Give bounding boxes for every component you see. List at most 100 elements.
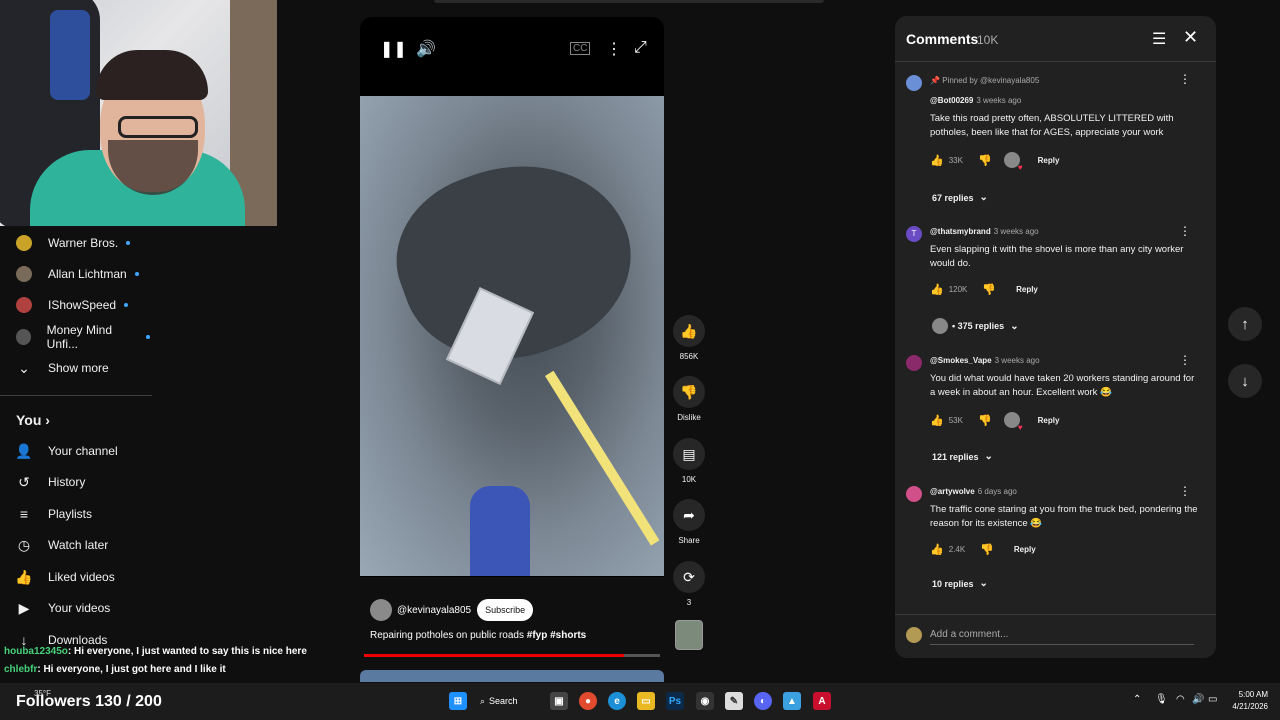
wifi-icon[interactable]: ◠	[1176, 694, 1185, 705]
view-replies-button[interactable]: • 375 replies ⌄	[932, 318, 1019, 334]
chrome-icon[interactable]: ●	[579, 692, 597, 710]
thumbs-down-icon[interactable]: 👎	[980, 543, 994, 556]
creator-avatar	[932, 318, 948, 334]
comment-author[interactable]: @Bot00269 3 weeks ago	[930, 96, 1021, 105]
video-frame[interactable]	[360, 96, 664, 576]
sidebar-item-your-channel[interactable]: 👤 Your channel	[0, 437, 150, 465]
reply-button[interactable]: Reply	[1014, 545, 1036, 554]
more-options-icon[interactable]: ⋮	[1179, 484, 1191, 498]
arrow-up-icon: ↑	[1241, 315, 1249, 333]
add-comment-input[interactable]	[930, 625, 1194, 645]
you-section-title[interactable]: You ›	[16, 412, 50, 428]
previous-short-button[interactable]: ↑	[1228, 307, 1262, 341]
more-options-icon[interactable]: ⋮	[1179, 353, 1191, 367]
file-explorer-icon[interactable]: ▭	[637, 692, 655, 710]
subscription-item[interactable]: IShowSpeed	[0, 291, 150, 319]
comment-author[interactable]: @thatsmybrand 3 weeks ago	[930, 227, 1039, 236]
notepad-icon[interactable]: ✎	[725, 692, 743, 710]
comment-text: You did what would have taken 20 workers…	[930, 373, 1195, 398]
playlists-icon: ≡	[19, 506, 29, 522]
commenter-avatar[interactable]	[906, 75, 922, 91]
comment-author[interactable]: @Smokes_Vape 3 weeks ago	[930, 356, 1040, 365]
commenter-avatar[interactable]	[906, 486, 922, 502]
edge-icon[interactable]: e	[608, 692, 626, 710]
sidebar-divider	[0, 395, 152, 396]
subscribe-button[interactable]: Subscribe	[477, 599, 534, 621]
photos-icon[interactable]: ▲	[783, 692, 801, 710]
chevron-down-icon: ⌄	[979, 192, 988, 203]
obs-icon[interactable]: ◉	[696, 692, 714, 710]
sidebar-item-your-videos[interactable]: ▶ Your videos	[0, 594, 150, 622]
remix-button[interactable]: ⟳ 3	[671, 561, 707, 607]
more-options-icon[interactable]: ⋮	[1179, 224, 1191, 238]
view-replies-button[interactable]: 10 replies ⌄	[932, 578, 988, 589]
volume-icon[interactable]: 🔊	[416, 39, 436, 59]
remix-icon: ⟳	[673, 561, 705, 593]
reply-button[interactable]: Reply	[1038, 156, 1060, 165]
next-short-button[interactable]: ↓	[1228, 364, 1262, 398]
sidebar-item-playlists[interactable]: ≡ Playlists	[0, 500, 150, 528]
captions-icon[interactable]: CC	[570, 42, 591, 55]
app-icon[interactable]: A	[813, 692, 831, 710]
reply-button[interactable]: Reply	[1038, 416, 1060, 425]
channel-avatar	[16, 235, 32, 251]
commenter-avatar[interactable]: T	[906, 226, 922, 242]
task-view-icon[interactable]: ▣	[550, 692, 568, 710]
weather-widget[interactable]: 35°F	[34, 689, 51, 698]
photoshop-icon[interactable]: Ps	[666, 692, 684, 710]
chat-message: chlebfr: Hi everyone, I just got here an…	[4, 664, 226, 675]
chevron-down-icon: ⌄	[984, 451, 993, 462]
video-icon: ▶	[18, 599, 30, 616]
comments-panel: Comments 10K ☰ ✕ 📌 Pinned by @kevinayala…	[895, 16, 1216, 658]
channel-name[interactable]: @kevinayala805	[397, 605, 471, 616]
thumbs-down-icon[interactable]: 👎	[982, 283, 996, 296]
comments-count: 10K	[977, 33, 999, 47]
sidebar-item-liked-videos[interactable]: 👍 Liked videos	[0, 563, 150, 591]
sidebar-item-watch-later[interactable]: ◷ Watch later	[0, 531, 150, 559]
close-icon[interactable]: ✕	[1183, 27, 1198, 48]
like-button[interactable]: 👍 856K	[671, 315, 707, 361]
more-options-icon[interactable]: ⋮	[606, 39, 622, 59]
discord-icon[interactable]: ◐	[754, 692, 772, 710]
channel-avatar	[16, 329, 31, 345]
comment-author[interactable]: @artywolve 6 days ago	[930, 487, 1017, 496]
view-replies-button[interactable]: 121 replies ⌄	[932, 451, 993, 462]
thumbs-down-icon[interactable]: 👎	[978, 154, 992, 167]
taskbar-clock[interactable]: 5:00 AM 4/21/2026	[1222, 689, 1268, 713]
thumbs-up-icon[interactable]: 👍	[930, 283, 944, 296]
subscription-item[interactable]: Allan Lichtman	[0, 260, 150, 288]
next-short-preview[interactable]	[360, 670, 664, 682]
windows-start-icon[interactable]: ⊞	[449, 692, 467, 710]
share-button[interactable]: ➦ Share	[671, 499, 707, 545]
comments-header: Comments 10K ☰ ✕	[895, 16, 1216, 62]
subscription-item[interactable]: Warner Bros.	[0, 229, 150, 257]
pause-icon[interactable]: ❚❚	[380, 39, 407, 59]
microphone-icon[interactable]: 🎙	[1155, 694, 1168, 705]
volume-icon[interactable]: 🔊	[1192, 694, 1204, 705]
channel-avatar[interactable]	[370, 599, 392, 621]
short-title: Repairing potholes on public roads #fyp …	[370, 630, 587, 641]
commenter-avatar[interactable]	[906, 355, 922, 371]
reply-button[interactable]: Reply	[1016, 285, 1038, 294]
sound-thumbnail[interactable]	[675, 620, 703, 650]
fullscreen-icon[interactable]: ⤢	[634, 39, 647, 57]
thumbs-up-icon[interactable]: 👍	[930, 154, 944, 167]
chevron-up-icon[interactable]: ⌃	[1133, 694, 1141, 705]
battery-icon[interactable]: ▭	[1208, 694, 1217, 705]
subscription-item[interactable]: Money Mind Unfi...	[0, 323, 150, 351]
view-replies-button[interactable]: 67 replies ⌄	[932, 192, 988, 203]
short-channel-row: @kevinayala805 Subscribe	[370, 598, 534, 622]
sort-icon[interactable]: ☰	[1152, 29, 1166, 49]
thumbs-down-icon[interactable]: 👎	[978, 414, 992, 427]
thumbs-up-icon[interactable]: 👍	[930, 543, 944, 556]
comments-button[interactable]: ▤ 10K	[671, 438, 707, 484]
more-options-icon[interactable]: ⋮	[1179, 72, 1191, 86]
taskbar-search-button[interactable]: ⌕ Search	[480, 690, 518, 712]
thumbs-up-icon[interactable]: 👍	[930, 414, 944, 427]
sidebar-item-history[interactable]: ↺ History	[0, 468, 150, 496]
show-more-button[interactable]: ⌄ Show more	[0, 354, 150, 382]
short-video-player[interactable]: ❚❚ 🔊 CC ⋮ ⤢	[360, 17, 664, 577]
history-icon: ↺	[18, 473, 30, 490]
dislike-button[interactable]: 👎 Dislike	[671, 376, 707, 422]
hashtags[interactable]: #fyp #shorts	[527, 630, 586, 641]
